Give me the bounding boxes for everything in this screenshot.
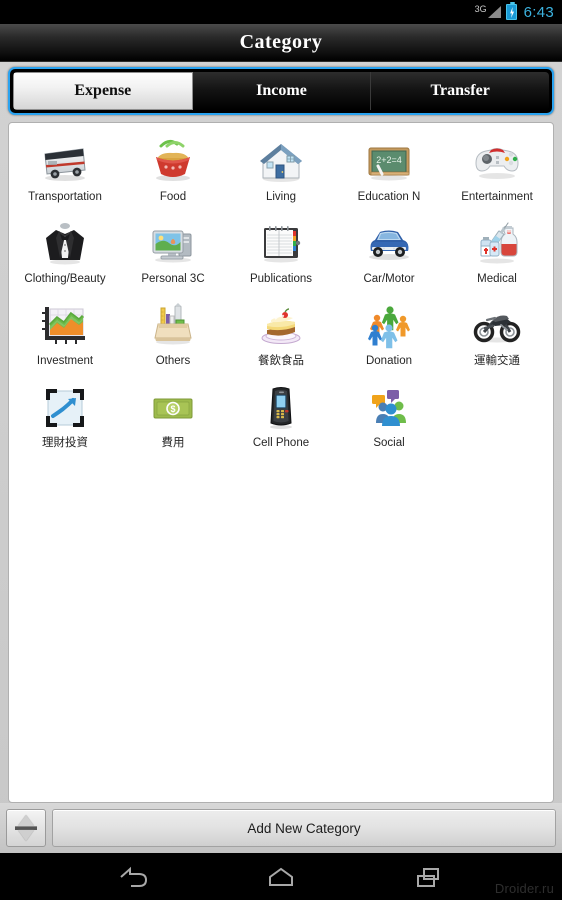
category-item[interactable]: 理財投資	[11, 377, 119, 459]
social-people-icon	[362, 381, 416, 435]
category-label: Food	[159, 191, 187, 203]
motorcycle-icon	[470, 299, 524, 353]
category-item[interactable]: Entertainment	[443, 131, 551, 213]
category-label: Living	[265, 191, 297, 203]
charging-bolt-icon	[510, 7, 515, 18]
category-label: Entertainment	[461, 191, 533, 203]
sort-updown-icon	[15, 815, 37, 841]
syringe-medicine-icon	[470, 217, 524, 271]
supply-box-icon	[146, 299, 200, 353]
category-item[interactable]: Others	[119, 295, 227, 377]
category-label: Medical	[477, 273, 517, 285]
money-bill-icon: $	[146, 381, 200, 435]
category-item[interactable]: 2+2=4 Education N	[335, 131, 443, 213]
car-icon	[362, 217, 416, 271]
category-grid: Transportation Food Living 2+2=4 Educati…	[9, 123, 553, 459]
arrow-down-icon	[18, 830, 34, 841]
category-label: Personal 3C	[141, 273, 205, 285]
battery-charging-icon	[505, 2, 517, 20]
category-label: 理財投資	[42, 437, 88, 449]
notebook-icon	[254, 217, 308, 271]
category-label: Donation	[365, 355, 413, 367]
category-item[interactable]: Medical	[443, 213, 551, 295]
category-label: Social	[373, 437, 405, 449]
category-item[interactable]: Living	[227, 131, 335, 213]
trend-arrow-icon	[38, 381, 92, 435]
category-label: Transportation	[28, 191, 102, 203]
category-item[interactable]: 餐飲食品	[227, 295, 335, 377]
tab-bar: Expense Income Transfer	[8, 67, 554, 115]
app-body: Expense Income Transfer Transportation Foo…	[0, 62, 562, 853]
category-item[interactable]: $ 費用	[119, 377, 227, 459]
svg-text:$: $	[170, 404, 175, 414]
category-item[interactable]: Donation	[335, 295, 443, 377]
category-item[interactable]: 運輸交通	[443, 295, 551, 377]
category-item[interactable]: Personal 3C	[119, 213, 227, 295]
tab-income[interactable]: Income	[192, 72, 372, 110]
tab-expense[interactable]: Expense	[13, 72, 193, 110]
category-item[interactable]: Publications	[227, 213, 335, 295]
category-item[interactable]: Social	[335, 377, 443, 459]
watermark: Droider.ru	[494, 881, 554, 896]
bus-icon	[38, 135, 92, 189]
tab-label: Income	[256, 82, 307, 99]
people-circle-icon	[362, 299, 416, 353]
recent-apps-icon[interactable]	[411, 864, 445, 890]
status-time: 6:43	[523, 3, 554, 21]
title-bar: Category	[0, 24, 562, 62]
category-item[interactable]: Car/Motor	[335, 213, 443, 295]
category-label: 運輸交通	[474, 355, 520, 367]
bottom-action-bar: Add New Category	[0, 803, 562, 853]
category-item[interactable]: Transportation	[11, 131, 119, 213]
computer-monitor-icon	[146, 217, 200, 271]
category-label: Clothing/Beauty	[24, 273, 106, 285]
category-label: Cell Phone	[252, 437, 310, 449]
category-label: Investment	[36, 355, 94, 367]
category-item[interactable]: Food	[119, 131, 227, 213]
signal-bars-icon	[487, 6, 501, 18]
android-nav-bar	[0, 853, 562, 900]
tab-transfer[interactable]: Transfer	[371, 72, 549, 110]
network-type-label: 3G	[474, 4, 487, 14]
category-label: 餐飲食品	[258, 355, 304, 367]
category-label: 費用	[161, 437, 185, 449]
mobile-phone-icon	[254, 381, 308, 435]
house-icon	[254, 135, 308, 189]
category-label: Education N	[357, 191, 421, 203]
sort-updown-button[interactable]	[6, 809, 46, 847]
category-label: Publications	[249, 273, 312, 285]
gamepad-icon	[470, 135, 524, 189]
tuxedo-icon	[38, 217, 92, 271]
page-title: Category	[239, 31, 323, 53]
tab-list: Expense Income Transfer	[13, 72, 549, 110]
back-arrow-icon[interactable]	[117, 864, 151, 890]
category-item[interactable]: Investment	[11, 295, 119, 377]
add-new-category-button[interactable]: Add New Category	[52, 809, 556, 847]
category-item[interactable]: Cell Phone	[227, 377, 335, 459]
bar-chart-icon	[38, 299, 92, 353]
tab-label: Expense	[74, 82, 132, 99]
arrow-up-icon	[18, 815, 34, 826]
home-icon[interactable]	[264, 864, 298, 890]
svg-text:2+2=4: 2+2=4	[376, 155, 402, 165]
category-label: Others	[155, 355, 191, 367]
status-bar: 3G 6:43	[0, 0, 562, 24]
cake-slice-icon	[254, 299, 308, 353]
noodle-bowl-icon	[146, 135, 200, 189]
signal-triangle-icon: 3G	[474, 4, 501, 18]
category-grid-panel[interactable]: Transportation Food Living 2+2=4 Educati…	[8, 122, 554, 803]
blackboard-icon: 2+2=4	[362, 135, 416, 189]
category-label: Car/Motor	[363, 273, 415, 285]
tab-label: Transfer	[430, 82, 490, 99]
category-item[interactable]: Clothing/Beauty	[11, 213, 119, 295]
android-screen: 3G 6:43 Category Expense Income Transfer	[0, 0, 562, 900]
